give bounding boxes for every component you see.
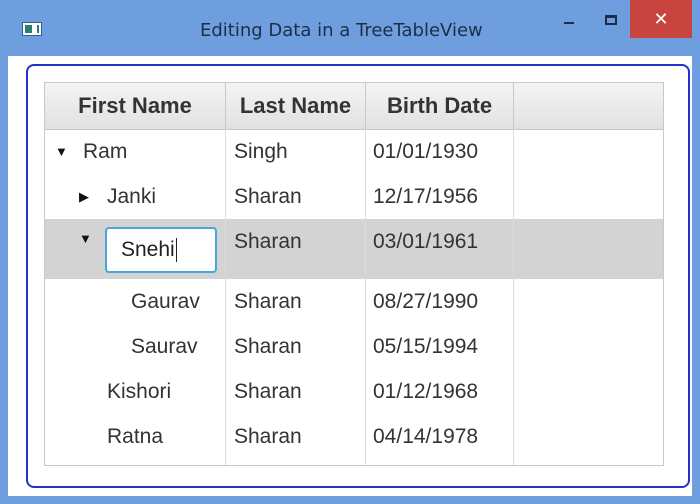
minimize-icon bbox=[564, 22, 574, 24]
table-row[interactable]: Gaurav Sharan 08/27/1990 bbox=[45, 279, 663, 324]
filler-cell bbox=[514, 219, 663, 279]
birth-date-cell[interactable]: 03/01/1961 bbox=[366, 219, 514, 279]
table-row[interactable]: Saurav Sharan 05/15/1994 bbox=[45, 324, 663, 369]
app-window: Editing Data in a TreeTableView ✕ First … bbox=[0, 0, 700, 504]
last-name-cell[interactable]: Sharan bbox=[226, 174, 366, 219]
edit-field-text: Snehi bbox=[121, 238, 175, 261]
last-name-cell[interactable]: Sharan bbox=[226, 369, 366, 414]
filler-cell bbox=[514, 279, 663, 324]
first-name-cell[interactable]: ▼ Snehi bbox=[45, 219, 226, 279]
first-name-text: Janki bbox=[107, 185, 157, 208]
first-name-text: Gaurav bbox=[131, 290, 200, 313]
table-row[interactable]: ▼ Ram Singh 01/01/1930 bbox=[45, 129, 663, 174]
first-name-cell[interactable]: Ratna bbox=[45, 414, 226, 459]
filler-cell bbox=[514, 174, 663, 219]
last-name-cell[interactable]: Sharan bbox=[226, 414, 366, 459]
birth-date-cell[interactable]: 12/17/1956 bbox=[366, 174, 514, 219]
text-caret bbox=[175, 238, 177, 263]
first-name-edit-field[interactable]: Snehi bbox=[105, 227, 217, 273]
title-bar[interactable]: Editing Data in a TreeTableView ✕ bbox=[0, 0, 700, 56]
filler-cell bbox=[514, 324, 663, 369]
birth-date-cell[interactable]: 01/01/1930 bbox=[366, 129, 514, 174]
maximize-icon bbox=[605, 15, 617, 25]
expanded-arrow-icon[interactable]: ▼ bbox=[55, 129, 68, 174]
first-name-cell[interactable]: ▼ Ram bbox=[45, 129, 226, 174]
empty-table-area bbox=[45, 459, 663, 465]
table-row[interactable]: ▼ Snehi Sharan 03/01/1961 bbox=[45, 219, 663, 279]
column-header-first-name[interactable]: First Name bbox=[45, 83, 226, 129]
birth-date-cell[interactable]: 05/15/1994 bbox=[366, 324, 514, 369]
first-name-text: Ram bbox=[83, 140, 128, 163]
birth-date-cell[interactable]: 01/12/1968 bbox=[366, 369, 514, 414]
app-icon[interactable] bbox=[22, 22, 42, 36]
last-name-cell[interactable]: Sharan bbox=[226, 324, 366, 369]
column-header-filler bbox=[514, 83, 663, 129]
window-title: Editing Data in a TreeTableView bbox=[200, 20, 483, 41]
birth-date-cell[interactable]: 08/27/1990 bbox=[366, 279, 514, 324]
first-name-cell[interactable]: Saurav bbox=[45, 324, 226, 369]
table-row[interactable]: Ratna Sharan 04/14/1978 bbox=[45, 414, 663, 459]
maximize-button[interactable] bbox=[590, 0, 632, 40]
table-header: First Name Last Name Birth Date bbox=[45, 83, 663, 130]
last-name-cell[interactable]: Sharan bbox=[226, 219, 366, 279]
filler-cell bbox=[514, 414, 663, 459]
collapsed-arrow-icon[interactable]: ▶ bbox=[79, 174, 89, 219]
empty-cell bbox=[45, 459, 226, 465]
first-name-text: Saurav bbox=[131, 335, 198, 358]
first-name-cell[interactable]: Gaurav bbox=[45, 279, 226, 324]
window-content: First Name Last Name Birth Date ▼ Ram Sing… bbox=[8, 56, 692, 496]
last-name-cell[interactable]: Sharan bbox=[226, 279, 366, 324]
tree-table-view[interactable]: First Name Last Name Birth Date ▼ Ram Sing… bbox=[44, 82, 664, 466]
first-name-cell[interactable]: ▶ Janki bbox=[45, 174, 226, 219]
column-header-last-name[interactable]: Last Name bbox=[226, 83, 366, 129]
first-name-text: Ratna bbox=[107, 425, 164, 448]
last-name-cell[interactable]: Singh bbox=[226, 129, 366, 174]
first-name-text: Kishori bbox=[107, 380, 172, 403]
table-row[interactable]: Kishori Sharan 01/12/1968 bbox=[45, 369, 663, 414]
close-icon: ✕ bbox=[653, 8, 669, 30]
expanded-arrow-icon[interactable]: ▼ bbox=[79, 216, 92, 261]
empty-cell bbox=[366, 459, 514, 465]
filler-cell bbox=[514, 369, 663, 414]
filler-cell bbox=[514, 129, 663, 174]
first-name-cell[interactable]: Kishori bbox=[45, 369, 226, 414]
birth-date-cell[interactable]: 04/14/1978 bbox=[366, 414, 514, 459]
minimize-button[interactable] bbox=[548, 0, 590, 40]
empty-cell bbox=[226, 459, 366, 465]
table-row[interactable]: ▶ Janki Sharan 12/17/1956 bbox=[45, 174, 663, 219]
column-header-birth-date[interactable]: Birth Date bbox=[366, 83, 514, 129]
close-button[interactable]: ✕ bbox=[630, 0, 692, 38]
empty-cell bbox=[514, 459, 663, 465]
